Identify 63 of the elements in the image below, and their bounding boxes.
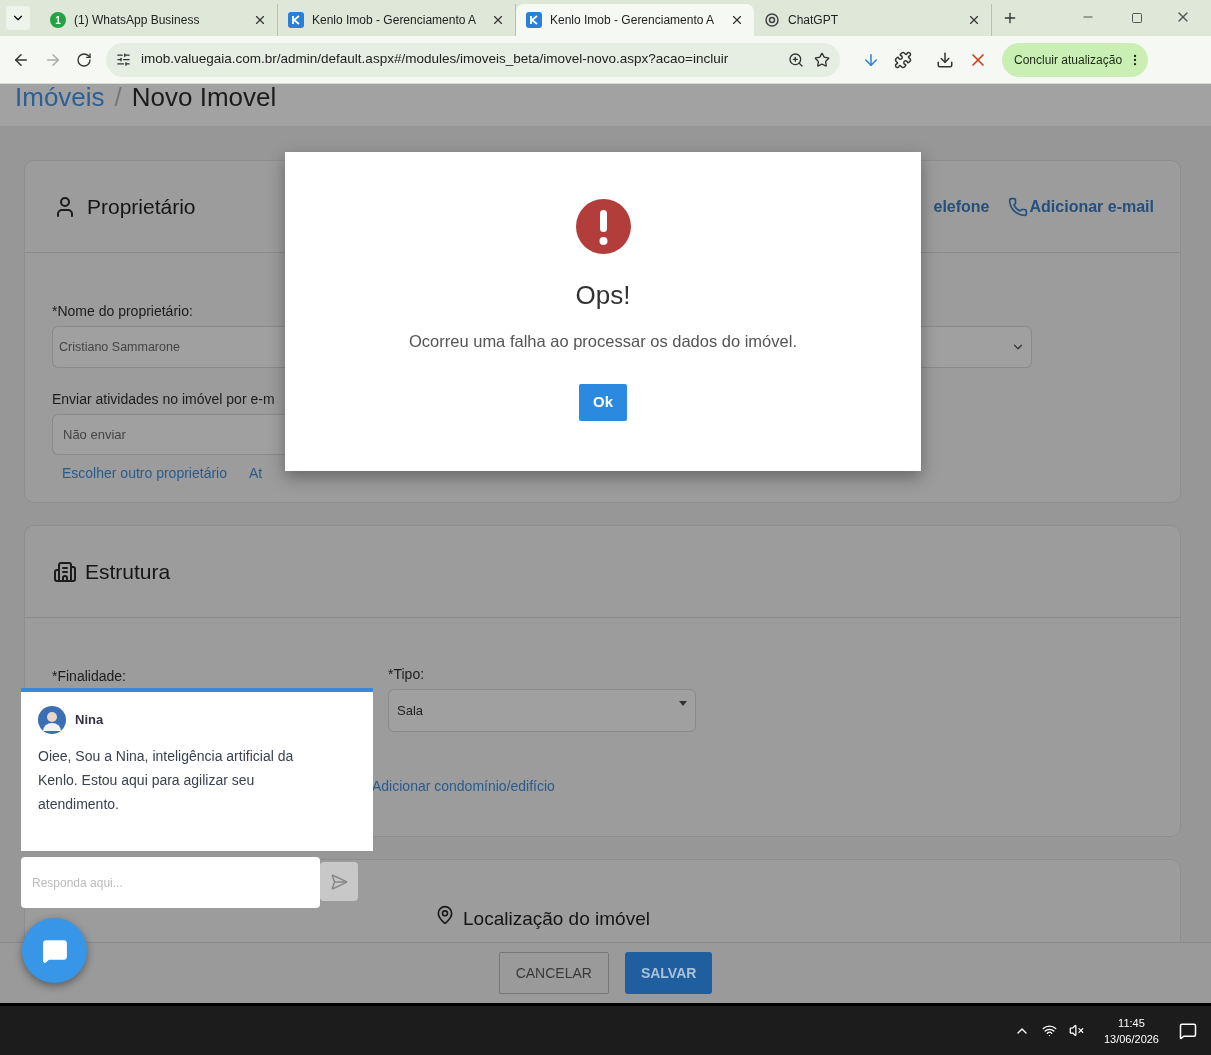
cancel-button[interactable]: CANCELAR [498,952,609,994]
app-logo-icon [526,12,542,28]
send-icon [330,872,348,891]
clock-date: 13/06/2026 [1103,1031,1159,1047]
close-icon[interactable] [253,13,267,27]
tab-title: Kenlo Imob - Gerenciamento A [312,12,478,29]
chat-input-field[interactable]: Responda aqui... [21,857,320,908]
type-select[interactable]: Sala [388,689,696,732]
new-tab-icon[interactable] [1002,10,1018,26]
section-title: Localização do imóvel [463,907,650,931]
notifications-icon[interactable] [1179,1021,1197,1040]
chat-message: Oiee, Sou a Nina, inteligência artificial da Kenlo. Estou aqui para agilizar seu atendimento. [38,747,295,814]
page-title: Novo Imovel [131,84,277,114]
add-phone-link[interactable]: elefone [933,194,990,219]
add-condominium-link[interactable]: Adicionar condomínio/edifício [372,776,555,797]
field-label: *Finalidade: [52,668,126,684]
muted-speaker-icon[interactable] [1068,1023,1084,1038]
add-email-link[interactable]: Adicionar e-mail [1029,194,1154,219]
close-icon[interactable] [730,13,744,27]
tab-title: Kenlo Imob - Gerenciamento A [550,12,716,29]
location-pin-icon [435,905,455,925]
extensions-icon[interactable] [894,50,912,69]
breadcrumb-separator: / [114,84,122,114]
owner-name-field[interactable]: Cristiano Sammarone [52,326,285,368]
browser-tab[interactable]: Kenlo Imob - Gerenciamento A [516,4,754,36]
link[interactable]: At [249,463,263,484]
breadcrumb-link[interactable]: Imóveis [15,84,105,117]
dialog-message: Ocorreu uma falha ao processar os dados do imóvel. [409,331,797,352]
app-logo-icon [288,12,304,28]
field-label: *Tipo: [388,665,426,684]
agent-name: Nina [75,711,104,730]
exclamation-icon [575,199,631,254]
save-button[interactable]: SALVAR [624,952,713,994]
field-label: *Nome do proprietário: [52,302,194,321]
url-text: imob.valuegaia.com.br/admin/default.aspx#/modules/imoveis_beta/imovel-novo.aspx?acao=incluir [141,50,730,69]
dialog-title: Ops! [575,279,631,312]
section-title: Estrutura [85,558,171,585]
close-icon[interactable] [491,13,505,27]
bookmark-star-icon[interactable] [814,51,830,68]
avatar-icon [38,706,66,734]
building-icon [53,559,77,584]
notification-badge-icon: 1 [50,12,66,28]
section-title: Proprietário [87,193,196,220]
close-icon[interactable] [967,13,981,27]
tab-title: ChatGPT [788,12,839,29]
site-info-icon[interactable] [116,52,131,67]
chat-icon [41,937,68,964]
reload-icon[interactable] [76,51,92,68]
select-field[interactable] [921,326,1032,368]
choose-owner-link[interactable]: Escolher outro proprietário [62,463,227,484]
email-activity-select[interactable]: Não enviar [52,414,285,455]
tab-title: (1) WhatsApp Business [74,12,201,29]
download-icon[interactable] [936,50,954,69]
field-label: Enviar atividades no imóvel por e-m [52,390,275,409]
dropdown-arrow-icon [679,701,687,706]
ok-button[interactable]: Ok [579,383,627,421]
zoom-icon[interactable] [788,51,804,68]
clock-time: 11:45 [1118,1015,1145,1031]
network-icon[interactable] [1041,1023,1057,1038]
maximize-icon[interactable] [1131,12,1143,24]
update-button[interactable]: Concluir atualização [1002,42,1149,77]
tab-list-button[interactable] [6,6,30,30]
address-bar[interactable]: imob.valuegaia.com.br/admin/default.aspx#/modules/imoveis_beta/imovel-novo.aspx?acao=incluir [106,42,840,77]
